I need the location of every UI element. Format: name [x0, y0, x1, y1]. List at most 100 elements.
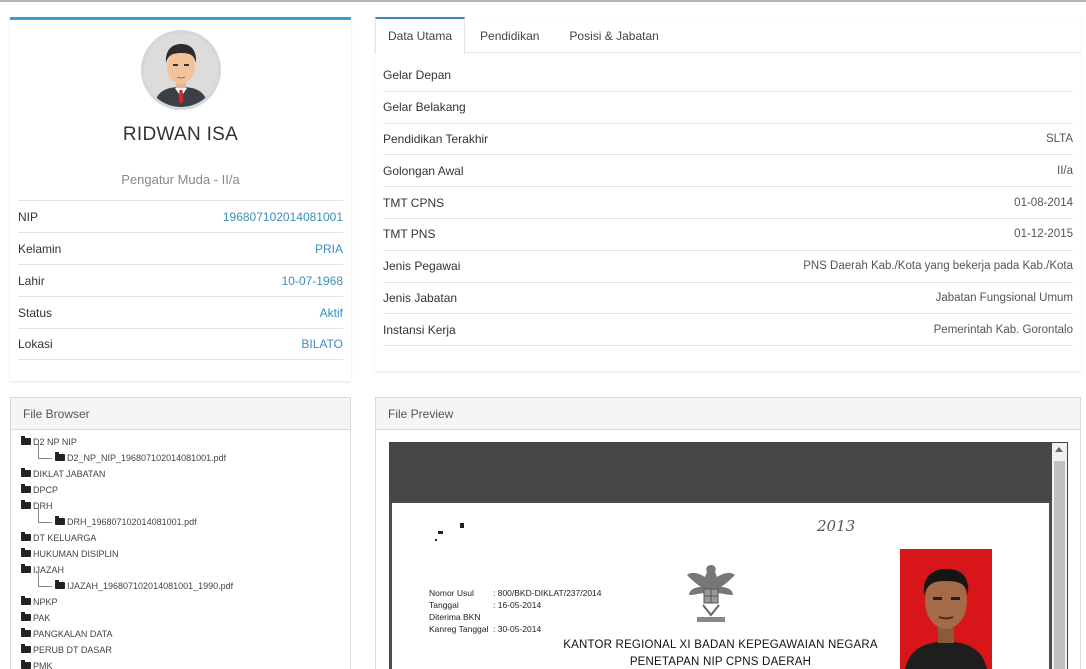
field-label: NIP: [18, 209, 39, 224]
tree-item-label: D2_NP_NIP_196807102014081001.pdf: [67, 453, 227, 463]
document-page: 2013 Nomor Usul : 800/BKD-DIKLAT/237/2014…: [392, 503, 1049, 669]
tree-item-label: D2 NP NIP: [33, 437, 77, 447]
document-handwriting: 2013: [817, 517, 856, 535]
meta-label: Tanggal: [429, 600, 459, 610]
top-divider: [0, 0, 1086, 2]
tab-bar: Data Utama Pendidikan Posisi & Jabatan: [375, 17, 1081, 54]
file-preview-title: File Preview: [376, 398, 1080, 430]
file-tree: D2 NP NIP D2_NP_NIP_196807102014081001.pd…: [21, 434, 341, 669]
detail-value: Pemerintah Kab. Gorontalo: [933, 323, 1073, 336]
detail-label: Golongan Awal: [383, 163, 464, 178]
tree-folder-item[interactable]: D2 NP NIP: [21, 434, 341, 450]
field-label: Status: [18, 305, 53, 320]
field-value-link[interactable]: 196807102014081001: [223, 210, 343, 224]
tree-item-label: DRH: [33, 501, 53, 511]
tree-folder-item[interactable]: IJAZAH: [21, 562, 341, 578]
detail-label: Jenis Pegawai: [383, 259, 461, 274]
detail-value: 01-12-2015: [1014, 228, 1073, 241]
tree-file-item[interactable]: IJAZAH_196807102014081001_1990.pdf: [21, 570, 341, 594]
meta-row: Nomor Usul : 800/BKD-DIKLAT/237/2014: [429, 587, 602, 599]
detail-value: SLTA: [1045, 132, 1073, 145]
tree-folder-item[interactable]: DPCP: [21, 482, 341, 498]
detail-row: Gelar Belakang: [383, 92, 1073, 124]
tree-item-label: IJAZAH_196807102014081001_1990.pdf: [67, 581, 234, 591]
detail-label: Gelar Belakang: [383, 100, 466, 115]
folder-open-icon: [21, 532, 31, 542]
avatar: [141, 30, 221, 110]
tree-item-label: NPKP: [33, 597, 58, 607]
tree-folder-item[interactable]: DRH: [21, 498, 341, 514]
tab-posisi-jabatan[interactable]: Posisi & Jabatan: [554, 17, 673, 53]
tree-file-item[interactable]: D2_NP_NIP_196807102014081001.pdf: [21, 442, 341, 466]
tree-item-label: PAK: [33, 613, 51, 623]
file-browser-panel: File Browser D2 NP NIP D2_NP_NIP_19680710…: [10, 397, 351, 669]
detail-row: Gelar Depan: [383, 60, 1073, 92]
file-preview-panel: File Preview 2013 Nomor Usul : 800/BKD-DI…: [375, 397, 1081, 669]
meta-row: Diterima BKN Kanreg Tanggal: 30-05-2014: [429, 611, 602, 635]
tree-folder-item[interactable]: HUKUMAN DISIPLIN: [21, 546, 341, 562]
detail-list: Gelar Depan Gelar Belakang Pendidikan Te…: [383, 60, 1073, 347]
folder-open-icon: [21, 644, 31, 654]
scroll-thumb[interactable]: [1054, 461, 1065, 669]
profile-field-nip: NIP 196807102014081001: [18, 200, 343, 232]
document-meta: Nomor Usul : 800/BKD-DIKLAT/237/2014 Tang…: [429, 587, 602, 635]
folder-open-icon: [21, 436, 31, 446]
profile-field-kelamin: Kelamin PRIA: [18, 232, 343, 264]
pdf-viewer[interactable]: 2013 Nomor Usul : 800/BKD-DIKLAT/237/2014…: [389, 442, 1068, 669]
profile-field-status: Status Aktif: [18, 296, 343, 328]
tree-folder-item[interactable]: PANGKALAN DATA: [21, 626, 341, 642]
detail-row: TMT CPNS 01-08-2014: [383, 187, 1073, 219]
tree-folder-item[interactable]: DIKLAT JABATAN: [21, 466, 341, 482]
folder-open-icon: [21, 596, 31, 606]
meta-row: Tanggal : 16-05-2014: [429, 599, 602, 611]
folder-open-icon: [21, 564, 31, 574]
ink-speck: [435, 539, 437, 541]
profile-rank: Pengatur Muda - II/a: [121, 172, 240, 187]
folder-open-icon: [55, 452, 65, 462]
field-value-link[interactable]: Aktif: [320, 306, 343, 320]
detail-row: Pendidikan Terakhir SLTA: [383, 124, 1073, 156]
detail-label: Gelar Depan: [383, 68, 452, 83]
profile-list: NIP 196807102014081001 Kelamin PRIA Lahi…: [18, 200, 343, 360]
profile-field-lokasi: Lokasi BILATO: [18, 328, 343, 360]
detail-row: Jenis Pegawai PNS Daerah Kab./Kota yang b…: [383, 251, 1073, 283]
scroll-up-icon[interactable]: [1055, 447, 1063, 452]
document-heading: KANTOR REGIONAL XI BADAN KEPEGAWAIAN NEG…: [392, 637, 1049, 669]
folder-open-icon: [55, 516, 65, 526]
tree-item-label: HUKUMAN DISIPLIN: [33, 549, 119, 559]
detail-value: Jabatan Fungsional Umum: [935, 291, 1073, 304]
meta-label: Nomor Usul: [429, 588, 474, 598]
detail-row: Instansi Kerja Pemerintah Kab. Gorontalo: [383, 314, 1073, 347]
profile-field-lahir: Lahir 10-07-1968: [18, 264, 343, 296]
tab-data-utama[interactable]: Data Utama: [375, 17, 466, 54]
field-value-link[interactable]: PRIA: [315, 242, 343, 256]
field-value-link[interactable]: BILATO: [301, 337, 343, 351]
detail-value: II/a: [1057, 164, 1073, 177]
tree-item-label: PANGKALAN DATA: [33, 629, 113, 639]
viewer-scrollbar[interactable]: [1052, 443, 1067, 669]
profile-name: RIDWAN ISA: [122, 124, 239, 145]
tree-item-label: PERUB DT DASAR: [33, 645, 112, 655]
detail-tabs-panel: Data Utama Pendidikan Posisi & Jabatan G…: [375, 17, 1081, 371]
tree-folder-item[interactable]: PMK: [21, 658, 341, 669]
folder-open-icon: [21, 660, 31, 669]
document-heading-line: KANTOR REGIONAL XI BADAN KEPEGAWAIAN NEG…: [563, 639, 878, 651]
tree-folder-item[interactable]: NPKP: [21, 594, 341, 610]
tree-folder-item[interactable]: PAK: [21, 610, 341, 626]
file-browser-title: File Browser: [11, 398, 350, 430]
meta-value: : 800/BKD-DIKLAT/237/2014: [493, 588, 602, 598]
tree-folder-item[interactable]: PERUB DT DASAR: [21, 642, 341, 658]
detail-label: Instansi Kerja: [383, 322, 456, 337]
document-heading-line: PENETAPAN NIP CPNS DAERAH: [629, 656, 812, 668]
tab-pendidikan[interactable]: Pendidikan: [465, 17, 554, 53]
ink-speck: [438, 531, 443, 534]
detail-row: Jenis Jabatan Jabatan Fungsional Umum: [383, 283, 1073, 315]
folder-open-icon: [55, 580, 65, 590]
meta-value: : 16-05-2014: [493, 600, 542, 610]
tree-folder-item[interactable]: DT KELUARGA: [21, 530, 341, 546]
field-label: Lahir: [18, 273, 45, 288]
field-value-link[interactable]: 10-07-1968: [282, 274, 343, 288]
tree-file-item[interactable]: DRH_196807102014081001.pdf: [21, 506, 341, 530]
tree-item-label: PMK: [33, 661, 53, 669]
detail-row: TMT PNS 01-12-2015: [383, 219, 1073, 251]
